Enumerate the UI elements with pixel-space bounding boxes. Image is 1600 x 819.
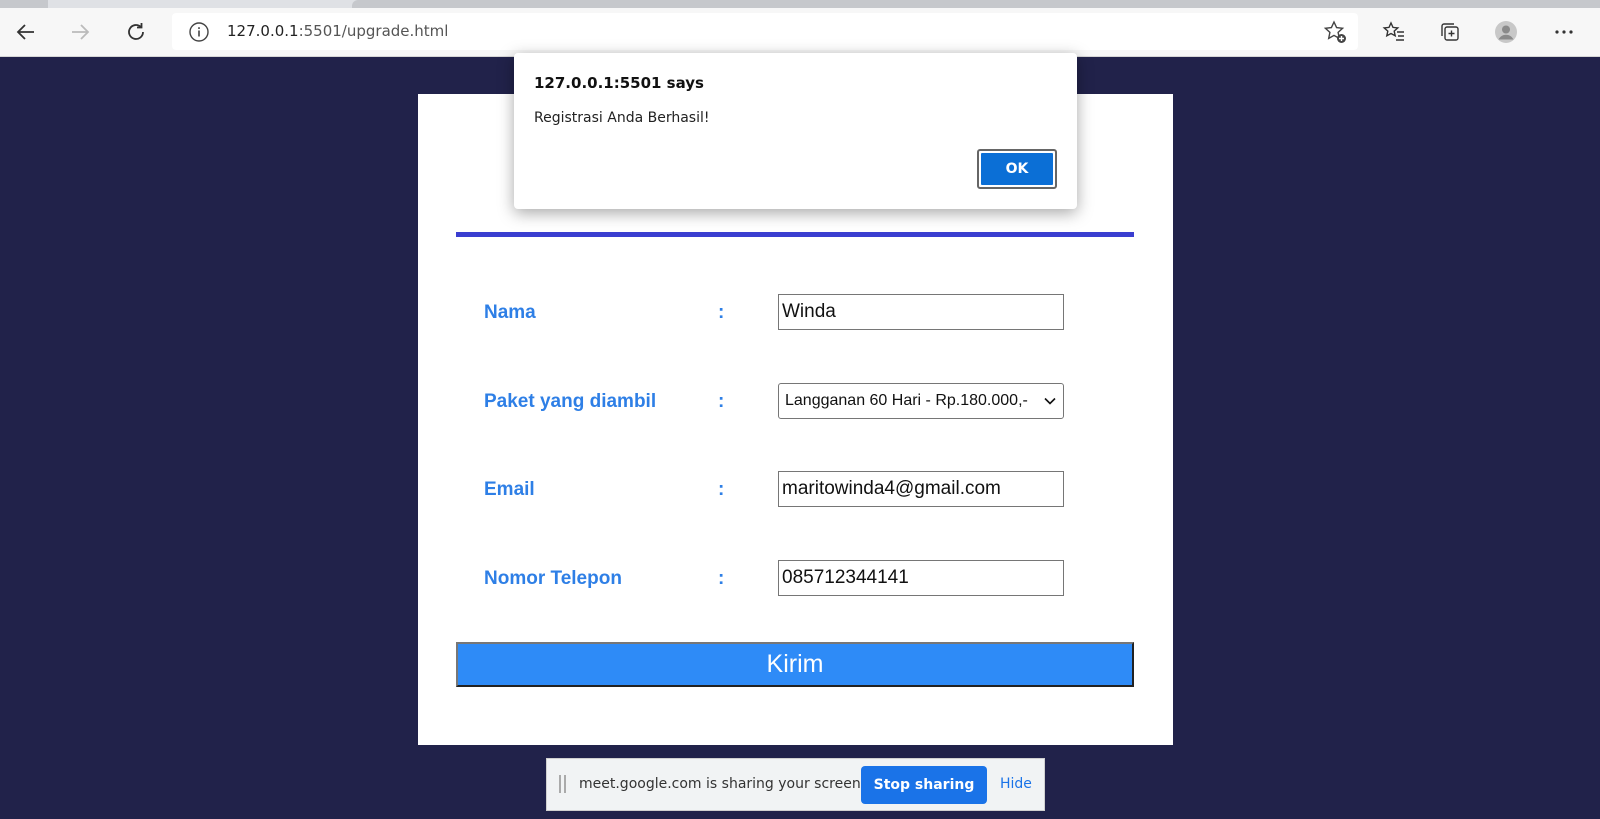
tab-strip bbox=[0, 0, 1600, 8]
site-info-icon[interactable] bbox=[188, 21, 210, 43]
phone-input[interactable]: 085712344141 bbox=[778, 560, 1064, 596]
name-colon: : bbox=[718, 302, 725, 323]
url-host: 127.0.0.1 bbox=[227, 22, 299, 40]
alert-dialog: 127.0.0.1:5501 says Registrasi Anda Berh… bbox=[514, 53, 1077, 209]
settings-menu-button[interactable] bbox=[1546, 14, 1582, 50]
name-input[interactable]: Winda bbox=[778, 294, 1064, 330]
package-select-value: Langganan 60 Hari - Rp.180.000,- bbox=[785, 392, 1028, 409]
url-path: :5501/upgrade.html bbox=[298, 22, 449, 40]
add-favorite-icon[interactable] bbox=[1322, 19, 1348, 45]
more-dots-icon bbox=[1555, 30, 1573, 34]
profile-avatar-icon bbox=[1495, 21, 1517, 43]
browser-tab[interactable] bbox=[0, 0, 48, 8]
forward-button[interactable] bbox=[62, 14, 98, 50]
browser-toolbar: 127.0.0.1:5501/upgrade.html bbox=[0, 8, 1600, 57]
package-label: Paket yang diambil bbox=[484, 391, 657, 412]
screen-share-bar: meet.google.com is sharing your screen. … bbox=[546, 758, 1045, 811]
phone-colon: : bbox=[718, 568, 725, 589]
dialog-message: Registrasi Anda Berhasil! bbox=[534, 110, 710, 126]
package-select[interactable]: Langganan 60 Hari - Rp.180.000,- bbox=[778, 383, 1064, 419]
dialog-ok-button[interactable]: OK bbox=[977, 149, 1057, 189]
email-label: Email bbox=[484, 479, 535, 500]
email-colon: : bbox=[718, 479, 725, 500]
back-button[interactable] bbox=[8, 14, 44, 50]
profile-button[interactable] bbox=[1488, 14, 1524, 50]
stop-sharing-button[interactable]: Stop sharing bbox=[861, 766, 987, 804]
favorites-icon bbox=[1382, 21, 1404, 41]
share-status-text: meet.google.com is sharing your screen. bbox=[579, 776, 866, 792]
reload-button[interactable] bbox=[118, 14, 154, 50]
submit-button[interactable]: Kirim bbox=[456, 642, 1134, 687]
dialog-title: 127.0.0.1:5501 says bbox=[534, 74, 704, 92]
hide-link[interactable]: Hide bbox=[1000, 776, 1032, 792]
back-arrow-icon bbox=[16, 24, 34, 40]
chevron-down-icon bbox=[1044, 397, 1056, 405]
address-bar[interactable]: 127.0.0.1:5501/upgrade.html bbox=[172, 13, 1358, 50]
favorites-button[interactable] bbox=[1376, 14, 1412, 50]
dialog-ok-label: OK bbox=[981, 153, 1053, 185]
reload-icon bbox=[128, 23, 144, 40]
email-input[interactable]: maritowinda4@gmail.com bbox=[778, 471, 1064, 507]
forward-arrow-icon bbox=[72, 24, 90, 40]
header-divider bbox=[456, 232, 1134, 237]
name-label: Nama bbox=[484, 302, 536, 323]
collections-icon bbox=[1441, 23, 1459, 41]
drag-handle-icon[interactable] bbox=[559, 775, 567, 795]
collections-button[interactable] bbox=[1432, 14, 1468, 50]
browser-tab[interactable] bbox=[352, 0, 1600, 8]
package-colon: : bbox=[718, 391, 725, 412]
phone-label: Nomor Telepon bbox=[484, 568, 622, 589]
url-text[interactable]: 127.0.0.1:5501/upgrade.html bbox=[227, 22, 448, 40]
